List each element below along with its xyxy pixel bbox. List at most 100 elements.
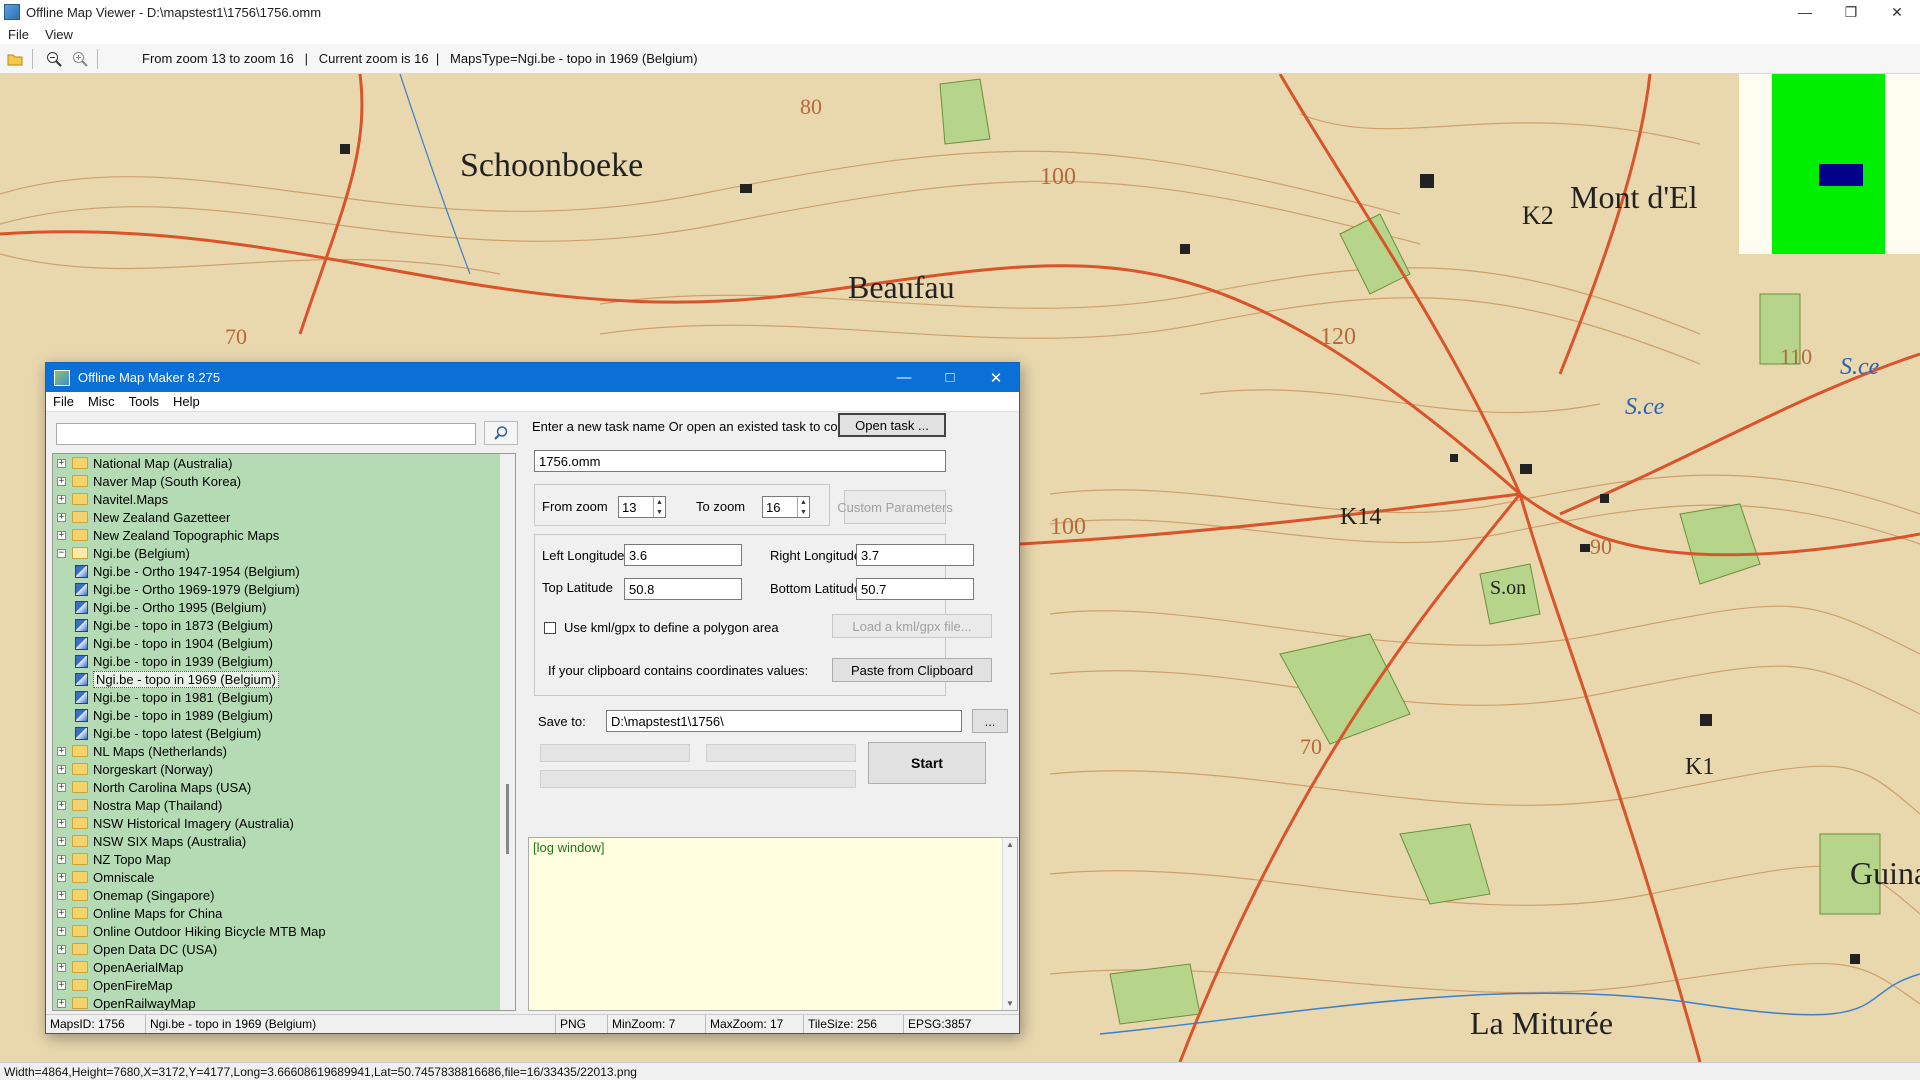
open-task-button[interactable]: Open task ...	[838, 413, 946, 437]
to-zoom-spinner[interactable]: 16 ▲ ▼	[762, 496, 810, 518]
expand-icon[interactable]: +	[57, 512, 66, 522]
expand-icon[interactable]: +	[57, 908, 66, 918]
tree-item[interactable]: Ngi.be - topo in 1873 (Belgium)	[75, 616, 273, 634]
load-kml-button[interactable]: Load a kml/gpx file...	[832, 614, 992, 638]
tree-item[interactable]: + Navitel.Maps	[53, 490, 168, 508]
paste-from-clipboard-button[interactable]: Paste from Clipboard	[832, 658, 992, 682]
zoom-out-icon[interactable]	[43, 48, 65, 70]
tree-item[interactable]: Ngi.be - Ortho 1969-1979 (Belgium)	[75, 580, 300, 598]
expand-icon[interactable]: +	[57, 800, 66, 810]
expand-icon[interactable]: +	[57, 782, 66, 792]
map-label: 120	[1320, 324, 1356, 350]
dialog-titlebar[interactable]: Offline Map Maker 8.275 — □ ✕	[46, 363, 1019, 392]
menu-misc[interactable]: Misc	[81, 394, 122, 409]
minimize-icon[interactable]: —	[881, 363, 927, 392]
tree-item-label: Onemap (Singapore)	[93, 887, 215, 903]
menu-view[interactable]: View	[37, 27, 81, 42]
tree-item[interactable]: + New Zealand Topographic Maps	[53, 526, 279, 544]
scrollbar-thumb[interactable]	[506, 784, 509, 854]
tree-item[interactable]: + Online Maps for China	[53, 904, 222, 922]
start-button[interactable]: Start	[868, 742, 986, 784]
search-input[interactable]	[56, 423, 476, 445]
left-longitude-field[interactable]: 3.6	[624, 544, 742, 566]
expand-icon[interactable]: +	[57, 746, 66, 756]
log-scrollbar[interactable]: ▲ ▼	[1002, 838, 1017, 1010]
expand-icon[interactable]: +	[57, 764, 66, 774]
expand-icon[interactable]: +	[57, 926, 66, 936]
tree-item[interactable]: Ngi.be - topo in 1939 (Belgium)	[75, 652, 273, 670]
custom-parameters-button[interactable]: Custom Parameters	[837, 490, 953, 524]
tree-item[interactable]: + Onemap (Singapore)	[53, 886, 214, 904]
collapse-icon[interactable]: −	[57, 548, 66, 558]
folder-icon	[72, 943, 88, 955]
tree-item[interactable]: + OpenAerialMap	[53, 958, 183, 976]
tree-item[interactable]: + National Map (Australia)	[53, 454, 232, 472]
tree-item[interactable]: Ngi.be - topo in 1969 (Belgium)	[75, 670, 279, 688]
tree-item[interactable]: + Omniscale	[53, 868, 154, 886]
restore-icon[interactable]: ❐	[1828, 0, 1874, 24]
from-zoom-spinner[interactable]: 13 ▲ ▼	[618, 496, 666, 518]
minimap-viewport-marker[interactable]	[1819, 164, 1863, 186]
tree-item[interactable]: Ngi.be - topo latest (Belgium)	[75, 724, 261, 742]
tree-item[interactable]: Ngi.be - topo in 1989 (Belgium)	[75, 706, 273, 724]
expand-icon[interactable]: +	[57, 854, 66, 864]
close-icon[interactable]: ✕	[973, 363, 1019, 392]
search-button[interactable]	[484, 421, 518, 445]
expand-icon[interactable]: +	[57, 818, 66, 828]
menu-file[interactable]: File	[0, 27, 37, 42]
tree-item[interactable]: + OpenRailwayMap	[53, 994, 196, 1010]
tree-item[interactable]: + NZ Topo Map	[53, 850, 171, 868]
expand-icon[interactable]: +	[57, 836, 66, 846]
expand-icon[interactable]: +	[57, 476, 66, 486]
map-icon	[75, 636, 88, 650]
tree-item[interactable]: + North Carolina Maps (USA)	[53, 778, 251, 796]
tree-item[interactable]: + Naver Map (South Korea)	[53, 472, 241, 490]
tree-scrollbar[interactable]	[499, 454, 515, 1010]
tree-item[interactable]: − Ngi.be (Belgium)	[53, 544, 190, 562]
overview-minimap[interactable]	[1739, 74, 1920, 254]
tree-item[interactable]: + NSW SIX Maps (Australia)	[53, 832, 246, 850]
tree-item[interactable]: + Open Data DC (USA)	[53, 940, 217, 958]
spinner-arrows-icon[interactable]: ▲ ▼	[653, 497, 665, 517]
tree-item[interactable]: Ngi.be - Ortho 1947-1954 (Belgium)	[75, 562, 300, 580]
tree-item[interactable]: Ngi.be - Ortho 1995 (Belgium)	[75, 598, 266, 616]
menu-tools[interactable]: Tools	[122, 394, 166, 409]
task-name-field[interactable]: 1756.omm	[534, 450, 946, 472]
menu-file[interactable]: File	[46, 394, 81, 409]
expand-icon[interactable]: +	[57, 494, 66, 504]
tree-item[interactable]: + NSW Historical Imagery (Australia)	[53, 814, 294, 832]
menu-help[interactable]: Help	[166, 394, 207, 409]
expand-icon[interactable]: +	[57, 980, 66, 990]
tree-item[interactable]: + OpenFireMap	[53, 976, 172, 994]
open-folder-icon[interactable]	[4, 48, 26, 70]
minimize-icon[interactable]: —	[1782, 0, 1828, 24]
bottom-latitude-field[interactable]: 50.7	[856, 578, 974, 600]
maximize-icon[interactable]: □	[927, 363, 973, 392]
expand-icon[interactable]: +	[57, 872, 66, 882]
tree-item[interactable]: Ngi.be - topo in 1904 (Belgium)	[75, 634, 273, 652]
zoom-in-icon[interactable]	[69, 48, 91, 70]
tree-item[interactable]: Ngi.be - topo in 1981 (Belgium)	[75, 688, 273, 706]
expand-icon[interactable]: +	[57, 944, 66, 954]
close-icon[interactable]: ✕	[1874, 0, 1920, 24]
tree-item[interactable]: + Norgeskart (Norway)	[53, 760, 213, 778]
expand-icon[interactable]: +	[57, 890, 66, 900]
tree-item[interactable]: + Online Outdoor Hiking Bicycle MTB Map	[53, 922, 326, 940]
expand-icon[interactable]: +	[57, 962, 66, 972]
expand-icon[interactable]: +	[57, 530, 66, 540]
right-longitude-field[interactable]: 3.7	[856, 544, 974, 566]
browse-button[interactable]: ...	[972, 709, 1008, 733]
log-window[interactable]: [log window] ▲ ▼	[528, 837, 1018, 1011]
tree-item[interactable]: + Nostra Map (Thailand)	[53, 796, 222, 814]
maps-tree[interactable]: + National Map (Australia) + Naver Map (Sou…	[52, 453, 516, 1011]
save-path-field[interactable]: D:\mapstest1\1756\	[606, 710, 962, 732]
expand-icon[interactable]: +	[57, 458, 66, 468]
tree-item[interactable]: + New Zealand Gazetteer	[53, 508, 230, 526]
expand-icon[interactable]: +	[57, 998, 66, 1008]
top-latitude-field[interactable]: 50.8	[624, 578, 742, 600]
tree-item[interactable]: + NL Maps (Netherlands)	[53, 742, 227, 760]
use-kml-checkbox[interactable]	[544, 622, 556, 634]
spinner-arrows-icon[interactable]: ▲ ▼	[797, 497, 809, 517]
folder-icon	[72, 457, 88, 469]
dialog-app-icon	[54, 369, 70, 386]
